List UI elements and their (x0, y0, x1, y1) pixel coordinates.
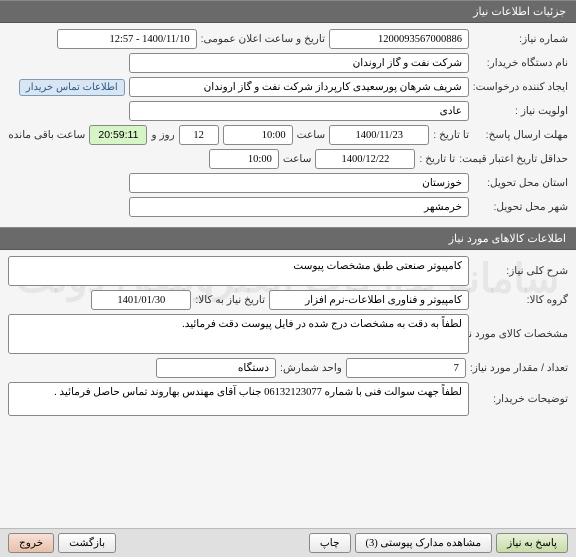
label-unit: واحد شمارش: (280, 362, 342, 374)
input-buyer-org[interactable] (129, 53, 469, 73)
attachments-button[interactable]: مشاهده مدارک پیوستی (3) (355, 533, 493, 553)
label-time-1: ساعت (297, 129, 326, 141)
label-time-2: ساعت (283, 153, 312, 165)
input-req-creator[interactable] (129, 77, 469, 97)
label-req-number: شماره نیاز: (473, 33, 568, 45)
input-buyer-notes[interactable] (8, 382, 469, 416)
goods-form: شرح کلی نیاز: گروه کالا: تاریخ نیاز به ک… (0, 250, 576, 426)
print-button[interactable]: چاپ (309, 533, 351, 553)
label-req-title: شرح کلی نیاز: (473, 265, 568, 277)
input-reply-time[interactable] (223, 125, 293, 145)
input-qty[interactable] (346, 358, 466, 378)
input-req-title[interactable] (8, 256, 469, 286)
label-buyer-org: نام دستگاه خریدار: (473, 57, 568, 69)
buyer-contact-button[interactable]: اطلاعات تماس خریدار (19, 79, 125, 96)
label-req-creator: ایجاد کننده درخواست: (473, 81, 568, 93)
label-goods-need-date: تاریخ نیاز به کالا: (195, 294, 265, 306)
label-reply-deadline: مهلت ارسال پاسخ: (473, 129, 568, 141)
input-province[interactable] (129, 173, 469, 193)
input-price-date[interactable] (315, 149, 415, 169)
label-province: استان محل تحویل: (473, 177, 568, 189)
footer-toolbar: پاسخ به نیاز مشاهده مدارک پیوستی (3) چاپ… (0, 528, 576, 557)
section-header-goods: اطلاعات کالاهای مورد نیاز (0, 227, 576, 250)
countdown-clock: 20:59:11 (89, 125, 147, 145)
label-until-date-2: تا تاریخ : (419, 153, 455, 165)
section-header-details: جزئیات اطلاعات نیاز (0, 0, 576, 23)
label-city: شهر محل تحویل: (473, 201, 568, 213)
input-days-left[interactable] (179, 125, 219, 145)
input-city[interactable] (129, 197, 469, 217)
label-priority: اولویت نیاز : (473, 105, 568, 117)
reply-button[interactable]: پاسخ به نیاز (496, 533, 568, 553)
label-days-and: روز و (151, 129, 174, 141)
input-unit[interactable] (156, 358, 276, 378)
back-button[interactable]: بازگشت (58, 533, 116, 553)
exit-button[interactable]: خروج (8, 533, 54, 553)
input-goods-spec[interactable] (8, 314, 469, 354)
input-req-number[interactable] (329, 29, 469, 49)
label-goods-group: گروه کالا: (473, 294, 568, 306)
input-price-time[interactable] (209, 149, 279, 169)
details-panel: جزئیات اطلاعات نیاز شماره نیاز: تاریخ و … (0, 0, 576, 426)
input-priority[interactable] (129, 101, 469, 121)
label-until-date-1: تا تاریخ : (433, 129, 469, 141)
input-reply-date[interactable] (329, 125, 429, 145)
details-form: شماره نیاز: تاریخ و ساعت اعلان عمومی: نا… (0, 23, 576, 227)
footer-spacer (120, 533, 305, 553)
label-buyer-notes: توضیحات خریدار: (473, 393, 568, 405)
label-time-remaining: ساعت باقی مانده (8, 129, 85, 141)
label-goods-spec: مشخصات کالای مورد نیاز: (473, 328, 568, 340)
label-announce-datetime: تاریخ و ساعت اعلان عمومی: (201, 33, 325, 45)
input-goods-need-date[interactable] (91, 290, 191, 310)
label-price-validity: حداقل تاریخ اعتبار قیمت: (459, 153, 568, 165)
label-qty: تعداد / مقدار مورد نیاز: (470, 362, 568, 374)
input-goods-group[interactable] (269, 290, 469, 310)
input-announce-datetime[interactable] (57, 29, 197, 49)
